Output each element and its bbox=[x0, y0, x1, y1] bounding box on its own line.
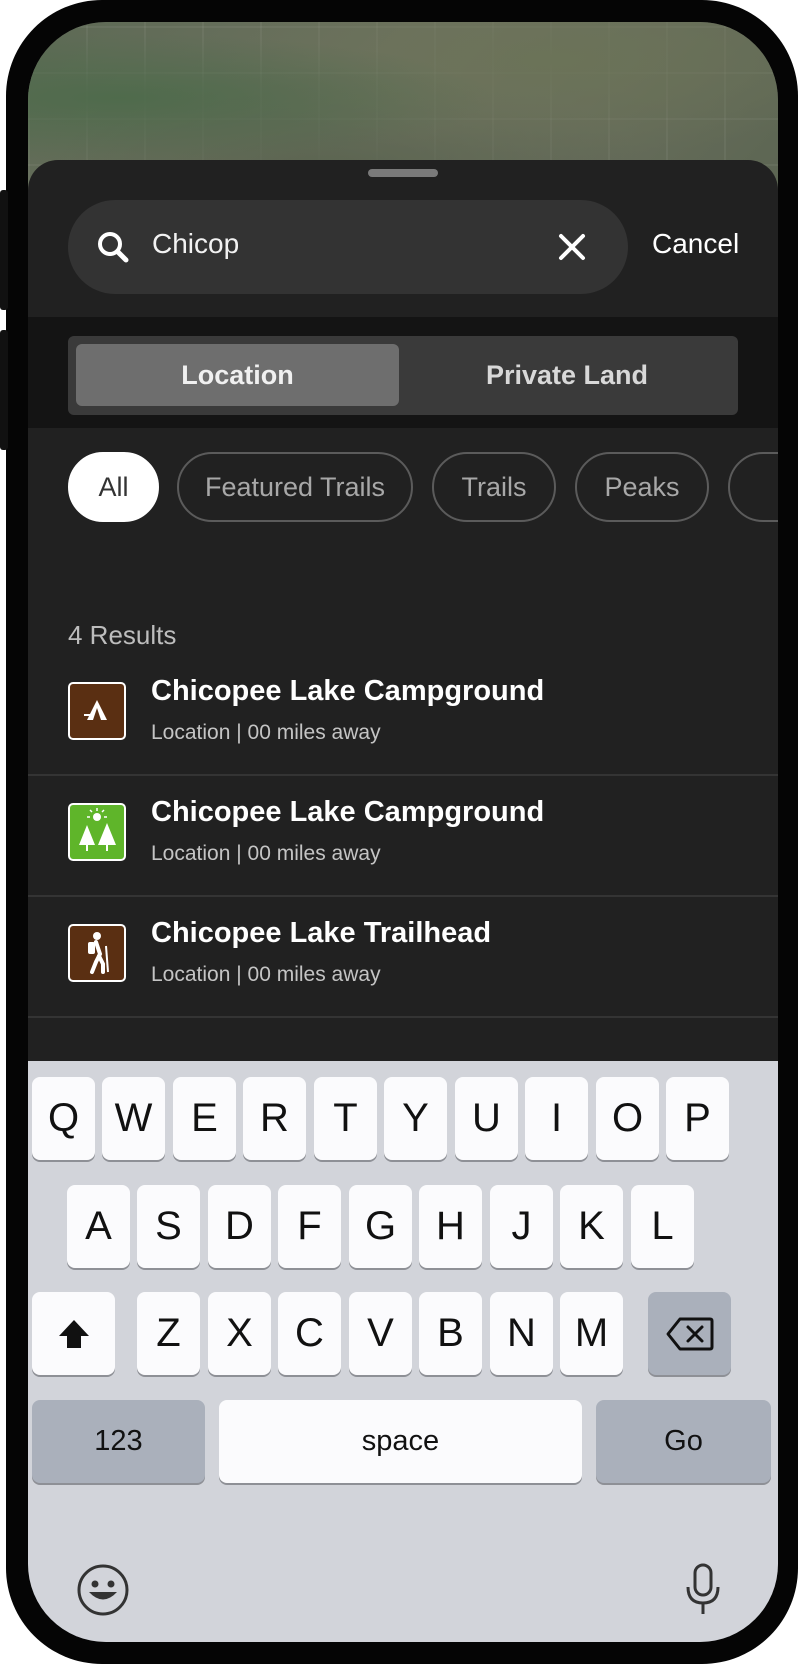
numbers-key[interactable]: 123 bbox=[32, 1400, 205, 1483]
forest-sun-icon bbox=[68, 803, 126, 861]
result-title: Chicopee Lake Campground bbox=[151, 675, 545, 707]
backspace-icon bbox=[666, 1317, 713, 1350]
chip-featured-trails[interactable]: Featured Trails bbox=[177, 452, 413, 522]
key-y[interactable]: Y bbox=[384, 1077, 447, 1160]
microphone-icon[interactable] bbox=[683, 1563, 723, 1617]
results-count: 4 Results bbox=[68, 620, 177, 650]
result-item[interactable]: Chicopee Lake Campground Location | 00 m… bbox=[28, 776, 778, 897]
segment-band: Location Private Land bbox=[28, 317, 778, 428]
campground-tent-icon bbox=[68, 682, 126, 740]
filter-chips: All Featured Trails Trails Peaks bbox=[28, 452, 778, 524]
search-input[interactable]: Chicop bbox=[152, 228, 239, 260]
segmented-control: Location Private Land bbox=[68, 336, 738, 415]
screen: Chicop Cancel Location Private Land All … bbox=[28, 22, 778, 1642]
key-l[interactable]: L bbox=[631, 1185, 694, 1268]
chip-peaks[interactable]: Peaks bbox=[575, 452, 709, 522]
key-s[interactable]: S bbox=[137, 1185, 200, 1268]
search-field[interactable]: Chicop bbox=[68, 200, 628, 294]
hiker-icon bbox=[68, 924, 126, 982]
key-i[interactable]: I bbox=[525, 1077, 588, 1160]
chip-all[interactable]: All bbox=[68, 452, 159, 522]
chip-more[interactable] bbox=[728, 452, 778, 522]
key-k[interactable]: K bbox=[560, 1185, 623, 1268]
shift-key[interactable] bbox=[32, 1292, 115, 1375]
cancel-button[interactable]: Cancel bbox=[652, 228, 739, 260]
space-key[interactable]: space bbox=[219, 1400, 582, 1483]
result-item[interactable]: Chicopee Lake Trailhead Location | 00 mi… bbox=[28, 897, 778, 1018]
key-c[interactable]: C bbox=[278, 1292, 341, 1375]
result-subtitle: Location | 00 miles away bbox=[151, 842, 381, 865]
key-u[interactable]: U bbox=[455, 1077, 518, 1160]
key-r[interactable]: R bbox=[243, 1077, 306, 1160]
chip-trails[interactable]: Trails bbox=[432, 452, 556, 522]
key-o[interactable]: O bbox=[596, 1077, 659, 1160]
key-m[interactable]: M bbox=[560, 1292, 623, 1375]
backspace-key[interactable] bbox=[648, 1292, 731, 1375]
keyboard: Q W E R T Y U I O P A S D F G H J K L Z … bbox=[28, 1061, 778, 1642]
result-title: Chicopee Lake Campground bbox=[151, 796, 545, 828]
search-icon bbox=[98, 232, 129, 263]
side-button-volume bbox=[0, 330, 8, 450]
sheet-grabber[interactable] bbox=[368, 169, 438, 177]
segment-private-land[interactable]: Private Land bbox=[403, 344, 731, 406]
shift-icon bbox=[58, 1319, 89, 1348]
key-x[interactable]: X bbox=[208, 1292, 271, 1375]
key-t[interactable]: T bbox=[314, 1077, 377, 1160]
key-f[interactable]: F bbox=[278, 1185, 341, 1268]
key-q[interactable]: Q bbox=[32, 1077, 95, 1160]
go-key[interactable]: Go bbox=[596, 1400, 771, 1483]
key-a[interactable]: A bbox=[67, 1185, 130, 1268]
key-e[interactable]: E bbox=[173, 1077, 236, 1160]
key-g[interactable]: G bbox=[349, 1185, 412, 1268]
key-d[interactable]: D bbox=[208, 1185, 271, 1268]
key-h[interactable]: H bbox=[419, 1185, 482, 1268]
side-button-silent bbox=[0, 190, 8, 310]
key-n[interactable]: N bbox=[490, 1292, 553, 1375]
emoji-icon[interactable] bbox=[76, 1563, 130, 1617]
key-b[interactable]: B bbox=[419, 1292, 482, 1375]
result-subtitle: Location | 00 miles away bbox=[151, 963, 381, 986]
key-p[interactable]: P bbox=[666, 1077, 729, 1160]
clear-icon[interactable] bbox=[556, 231, 588, 263]
key-z[interactable]: Z bbox=[137, 1292, 200, 1375]
key-j[interactable]: J bbox=[490, 1185, 553, 1268]
key-v[interactable]: V bbox=[349, 1292, 412, 1375]
result-item[interactable]: Chicopee Lake Campground Location | 00 m… bbox=[28, 655, 778, 776]
segment-location[interactable]: Location bbox=[76, 344, 399, 406]
result-subtitle: Location | 00 miles away bbox=[151, 721, 381, 744]
key-w[interactable]: W bbox=[102, 1077, 165, 1160]
result-title: Chicopee Lake Trailhead bbox=[151, 917, 492, 949]
